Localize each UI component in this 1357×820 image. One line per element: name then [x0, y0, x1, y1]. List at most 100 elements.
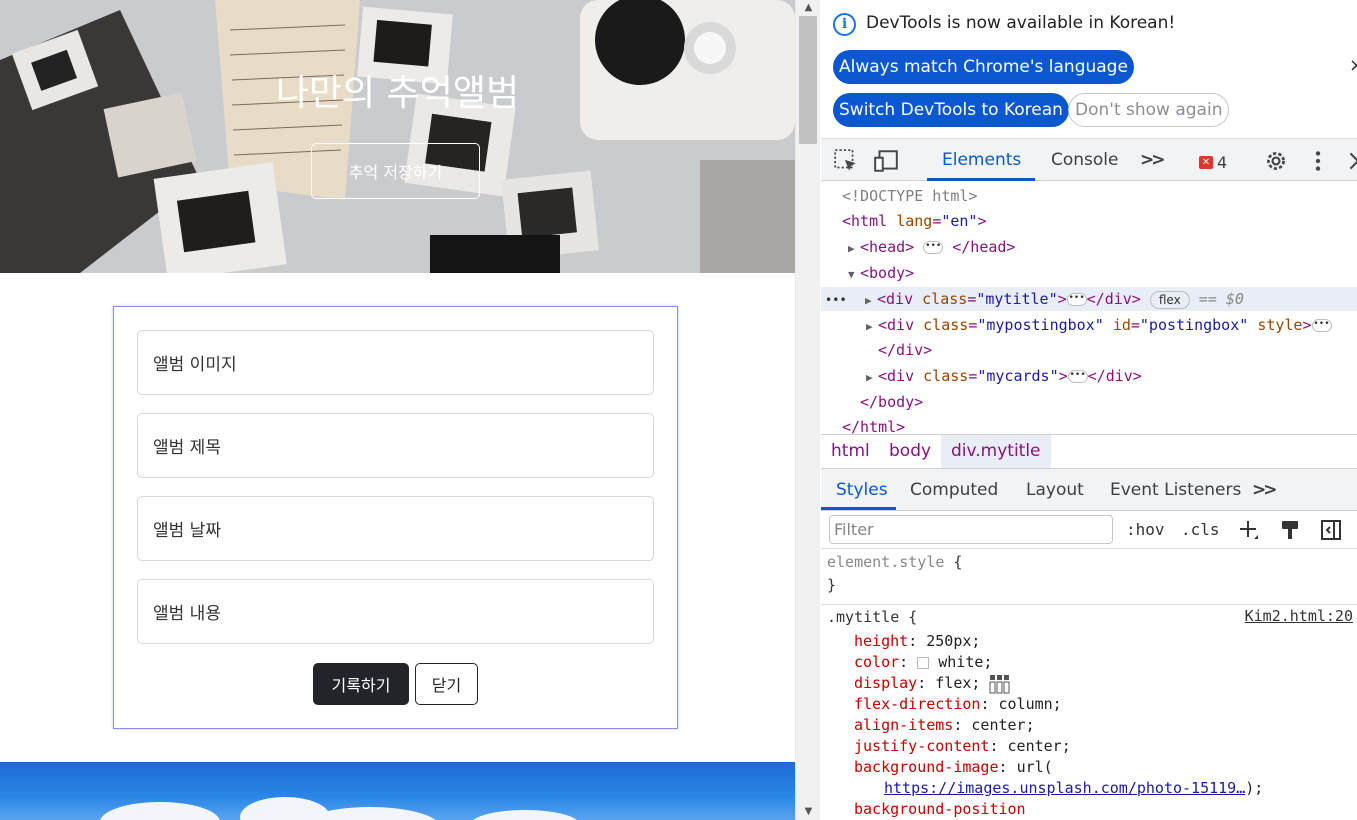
dom-postingbox-close[interactable]: </div>	[878, 338, 932, 362]
collapse-triangle-icon[interactable]: ▼	[848, 263, 860, 287]
page-viewport: 나만의 추억앨범 추억 저장하기 앨범 이미지 앨범 제목 앨범 날짜 앨범 내…	[0, 0, 795, 820]
close-devtools-icon[interactable]	[1345, 148, 1357, 174]
collapsed-ellipsis-icon[interactable]: •••	[1311, 319, 1332, 332]
subtab-active-indicator	[821, 507, 896, 510]
prop-name: color	[854, 653, 900, 671]
class-attr-value: "mypostingbox"	[977, 316, 1104, 334]
close-button[interactable]: 닫기	[415, 663, 478, 705]
tab-event-listeners[interactable]: Event Listeners	[1110, 480, 1241, 500]
tag-bracket: >	[1302, 316, 1312, 334]
scroll-down-arrow-icon[interactable]: ▼	[796, 804, 821, 820]
tab-console[interactable]: Console	[1051, 150, 1119, 170]
page-scrollbar[interactable]: ▲ ▼	[795, 0, 820, 820]
open-brace: {	[899, 608, 918, 626]
breadcrumb-html[interactable]: html	[821, 435, 880, 468]
paint-brush-icon[interactable]	[1278, 518, 1302, 542]
error-counter[interactable]: ✕ 4	[1199, 153, 1227, 172]
body-open-tag: <body>	[860, 264, 915, 282]
prop-name: background-image	[854, 758, 999, 776]
class-toggle[interactable]: .cls	[1181, 520, 1220, 539]
style-prop-color[interactable]: color: white;	[854, 652, 992, 673]
tab-styles[interactable]: Styles	[836, 480, 888, 500]
hover-state-toggle[interactable]: :hov	[1126, 520, 1165, 539]
flex-badge[interactable]: flex	[1149, 290, 1190, 309]
styles-pane: element.style { } .mytitle { Kim2.html:2…	[821, 549, 1357, 820]
dom-mytitle-selected[interactable]: ••• ▶ <div class="mytitle"> ••• </div> flex …	[821, 287, 1357, 311]
style-prop-align-items[interactable]: align-items: center;	[854, 715, 1035, 736]
prop-value: 250px;	[926, 632, 981, 650]
prop-colon: :	[989, 737, 999, 755]
dom-body-close[interactable]: </body>	[860, 390, 923, 414]
styles-filter-row: Filter :hov .cls	[821, 511, 1357, 549]
style-attr-name: style	[1257, 316, 1303, 334]
prop-colon: :	[917, 674, 927, 692]
dom-doctype[interactable]: <!DOCTYPE html>	[842, 184, 977, 208]
flexbox-editor-icon[interactable]	[989, 674, 1011, 694]
scroll-thumb[interactable]	[799, 16, 817, 144]
album-title-field[interactable]: 앨범 제목	[137, 413, 654, 478]
head-open-tag: <head>	[860, 238, 915, 256]
infobar-message: DevTools is now available in Korean!	[866, 13, 1176, 33]
expand-triangle-icon[interactable]: ▶	[848, 237, 860, 261]
album-content-field[interactable]: 앨범 내용	[137, 579, 654, 644]
dom-html-close[interactable]: </html>	[842, 415, 905, 434]
doctype-text: <!DOCTYPE html>	[842, 187, 978, 205]
style-prop-height[interactable]: height: 250px;	[854, 631, 980, 652]
save-memory-button[interactable]: 추억 저장하기	[311, 143, 480, 199]
submit-record-button[interactable]: 기록하기	[313, 663, 409, 705]
collapsed-ellipsis-icon[interactable]: •••	[1067, 370, 1088, 383]
rule-divider	[821, 604, 1357, 605]
tab-layout[interactable]: Layout	[1026, 480, 1084, 500]
toggle-sidebar-icon[interactable]	[1319, 518, 1343, 542]
style-prop-flex-direction[interactable]: flex-direction: column;	[854, 694, 1062, 715]
div-close-tag: </div>	[1086, 290, 1141, 308]
dom-head[interactable]: ▶ <head> ••• </head>	[848, 235, 1015, 259]
dom-body-open[interactable]: ▼ <body>	[848, 261, 914, 285]
dom-html-open[interactable]: <html lang="en">	[842, 209, 987, 233]
scroll-up-arrow-icon[interactable]: ▲	[796, 0, 821, 16]
expand-triangle-icon[interactable]: ▶	[866, 315, 878, 339]
background-image-url-line: https://images.unsplash.com/photo-15119……	[884, 778, 1263, 799]
gear-icon[interactable]	[1263, 148, 1289, 174]
selected-marker: == $0	[1198, 290, 1244, 308]
more-subtabs-icon[interactable]: >>	[1252, 480, 1277, 500]
expand-triangle-icon[interactable]: ▶	[866, 366, 878, 390]
collapsed-ellipsis-icon[interactable]: •••	[923, 241, 944, 254]
dont-show-again-button[interactable]: Don't show again	[1068, 93, 1230, 127]
more-tabs-icon[interactable]: >>	[1140, 150, 1165, 170]
color-swatch-icon[interactable]	[917, 656, 930, 669]
breadcrumb-body[interactable]: body	[879, 435, 941, 468]
tab-computed[interactable]: Computed	[910, 480, 998, 500]
row-options-icon[interactable]: •••	[821, 288, 865, 312]
dom-mycards[interactable]: ▶ <div class="mycards"> ••• </div>	[866, 364, 1142, 388]
expand-triangle-icon[interactable]: ▶	[865, 289, 877, 313]
album-date-field[interactable]: 앨범 날짜	[137, 496, 654, 561]
style-prop-display[interactable]: display: flex;	[854, 673, 1011, 694]
always-match-language-button[interactable]: Always match Chrome's language	[833, 50, 1134, 84]
collapsed-ellipsis-icon[interactable]: •••	[1066, 293, 1087, 306]
prop-colon: :	[908, 632, 918, 650]
prop-colon: :	[953, 716, 963, 734]
open-brace: {	[944, 553, 963, 571]
album-image-field[interactable]: 앨범 이미지	[137, 330, 654, 395]
style-prop-background-position[interactable]: background-position	[854, 799, 1026, 820]
tab-elements[interactable]: Elements	[942, 150, 1021, 170]
inspect-element-icon[interactable]	[833, 148, 859, 174]
source-link[interactable]: Kim2.html:20	[1245, 607, 1353, 625]
breadcrumb-div-mytitle[interactable]: div.mytitle	[941, 435, 1051, 468]
infobar-close-icon[interactable]: ×	[1349, 55, 1357, 76]
html-close-bracket: >	[977, 212, 987, 230]
device-toolbar-icon[interactable]	[873, 148, 899, 174]
mytitle-rule-header[interactable]: .mytitle {	[827, 607, 917, 628]
styles-filter-input[interactable]: Filter	[829, 515, 1113, 544]
dom-postingbox[interactable]: ▶ <div class="mypostingbox" id="postingbo…	[866, 313, 1332, 337]
html-tag: <html	[842, 212, 888, 230]
element-style-rule[interactable]: element.style {	[827, 552, 962, 573]
style-prop-background-image[interactable]: background-image: url(	[854, 757, 1053, 778]
background-image-url-link[interactable]: https://images.unsplash.com/photo-15119…	[884, 779, 1245, 797]
kebab-menu-icon[interactable]	[1305, 148, 1331, 174]
hero-title: 나만의 추억앨범	[275, 73, 520, 114]
style-prop-justify-content[interactable]: justify-content: center;	[854, 736, 1071, 757]
add-rule-icon[interactable]	[1237, 518, 1261, 542]
switch-to-korean-button[interactable]: Switch DevTools to Korean	[833, 93, 1069, 127]
